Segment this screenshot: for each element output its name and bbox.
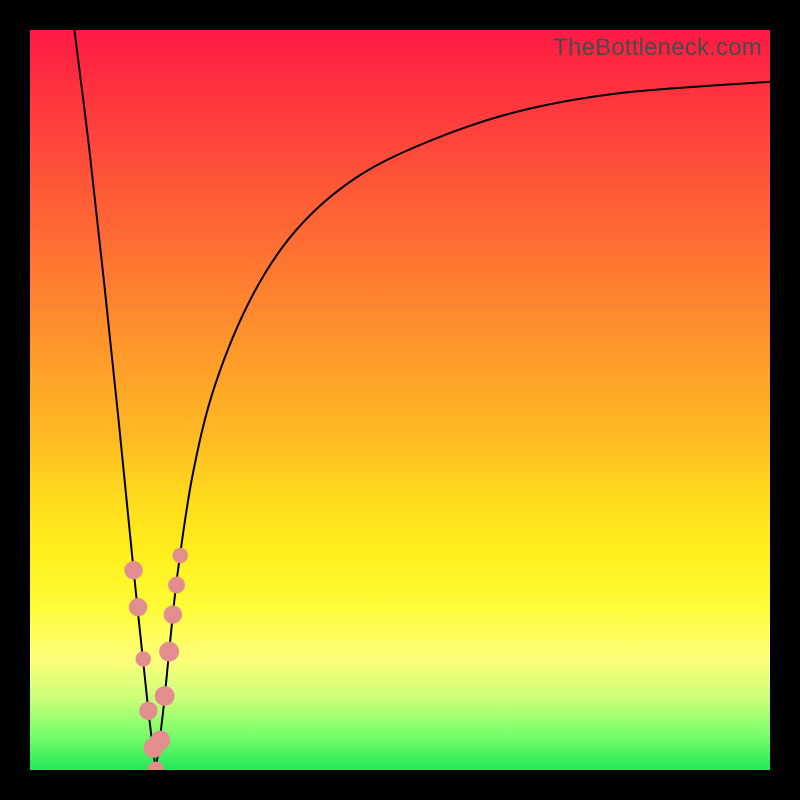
data-marker [139,702,157,720]
data-marker [173,548,188,563]
data-marker [150,730,170,750]
data-marker [164,605,182,623]
curve-right-branch [156,82,770,770]
data-marker [168,577,185,594]
data-marker [159,642,179,662]
chart-frame: TheBottleneck.com [0,0,800,800]
data-marker [155,686,175,706]
data-marker [147,762,164,770]
data-marker [124,561,142,579]
plot-area: TheBottleneck.com [30,30,770,770]
data-marker [136,651,151,666]
data-marker [129,598,147,616]
curve-svg [30,30,770,770]
